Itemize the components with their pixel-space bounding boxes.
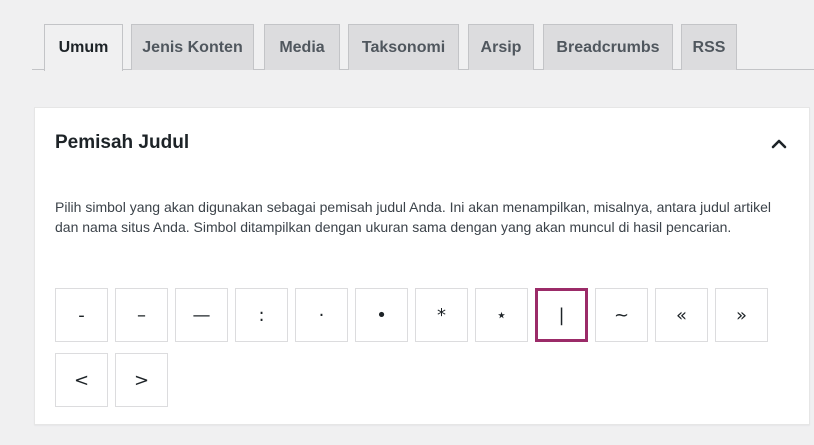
separator-option-less-than[interactable]: < [55, 353, 108, 407]
separator-option-colon[interactable]: : [235, 288, 288, 342]
collapse-panel-button[interactable] [767, 132, 791, 156]
settings-tab-bar: Umum Jenis Konten Media Taksonomi Arsip … [32, 24, 814, 71]
separator-option-middle-dot[interactable]: · [295, 288, 348, 342]
title-separator-panel: Pemisah Judul Pilih simbol yang akan dig… [34, 107, 810, 425]
panel-description: Pilih simbol yang akan digunakan sebagai… [55, 199, 771, 235]
separator-option-star[interactable]: ⋆ [475, 288, 528, 342]
tab-jenis-konten[interactable]: Jenis Konten [131, 24, 254, 70]
chevron-up-icon [771, 139, 787, 149]
separator-option-bullet[interactable]: • [355, 288, 408, 342]
separator-option-en-dash[interactable]: – [115, 288, 168, 342]
tab-breadcrumbs[interactable]: Breadcrumbs [543, 24, 673, 70]
separator-option-greater-than[interactable]: > [115, 353, 168, 407]
separator-option-asterisk[interactable]: * [415, 288, 468, 342]
separator-option-hyphen[interactable]: - [55, 288, 108, 342]
separator-option-pipe[interactable]: | [535, 288, 588, 342]
tab-rss[interactable]: RSS [681, 24, 737, 70]
tab-umum[interactable]: Umum [44, 24, 123, 71]
separator-option-right-guillemet[interactable]: » [715, 288, 768, 342]
tab-media[interactable]: Media [264, 24, 340, 70]
separator-option-em-dash[interactable]: — [175, 288, 228, 342]
tab-taksonomi[interactable]: Taksonomi [348, 24, 459, 70]
separator-option-tilde[interactable]: ~ [595, 288, 648, 342]
panel-title: Pemisah Judul [55, 132, 190, 153]
tab-arsip[interactable]: Arsip [468, 24, 534, 70]
separator-option-left-guillemet[interactable]: « [655, 288, 708, 342]
